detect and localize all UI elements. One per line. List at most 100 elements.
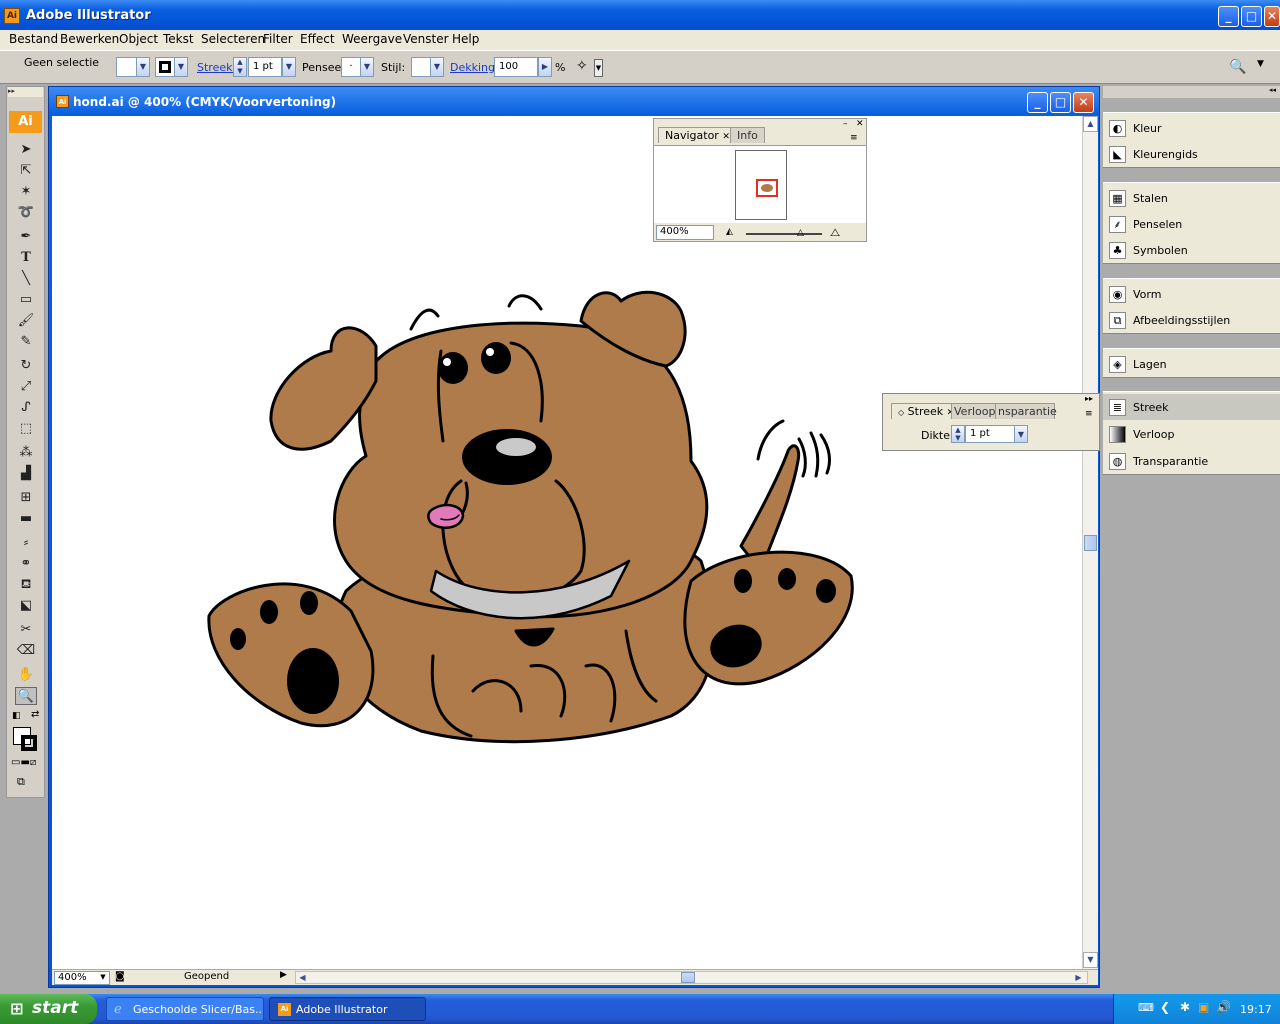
menu-bewerken[interactable]: Bewerken: [60, 32, 119, 46]
stroke-weight-field[interactable]: 1 pt: [248, 57, 282, 77]
dock-item-streek[interactable]: ≣ Streek: [1103, 394, 1280, 420]
dock-item-kleurengids[interactable]: ◣ Kleurengids: [1103, 141, 1280, 167]
direct-selection-tool-icon[interactable]: ⇱: [15, 162, 37, 180]
dock-item-kleur[interactable]: ◐ Kleur: [1103, 115, 1280, 141]
doc-minimize-button[interactable]: _: [1027, 92, 1048, 113]
status-info-icon[interactable]: ◙: [115, 971, 125, 982]
dock-item-transparantie[interactable]: ◍ Transparantie: [1103, 448, 1280, 474]
swap-colors-icon[interactable]: ⇄: [31, 709, 39, 720]
weight-dropdown[interactable]: ▼: [1014, 425, 1028, 443]
horizontal-scrollbar[interactable]: ◀ ▶: [295, 971, 1088, 984]
navigator-close-icon[interactable]: ✕: [856, 119, 864, 129]
panel-menu-arrow-icon[interactable]: ▼: [1257, 59, 1264, 69]
dock-item-lagen[interactable]: ◈ Lagen: [1103, 351, 1280, 377]
stroke-color-box[interactable]: [21, 735, 37, 751]
rectangle-tool-icon[interactable]: ▭: [15, 291, 37, 309]
type-tool-icon[interactable]: T: [15, 249, 37, 267]
opacity-field[interactable]: 100: [494, 57, 538, 77]
menu-weergave[interactable]: Weergave: [342, 32, 402, 46]
pen-tool-icon[interactable]: ✒: [15, 228, 37, 246]
dock-item-symbolen[interactable]: ♣ Symbolen: [1103, 237, 1280, 263]
horizontal-scroll-thumb[interactable]: [681, 972, 695, 983]
vertical-scrollbar[interactable]: ▲ ▼: [1082, 116, 1098, 969]
dock-item-stalen[interactable]: ▦ Stalen: [1103, 185, 1280, 211]
dock-item-vorm[interactable]: ◉ Vorm: [1103, 281, 1280, 307]
mesh-tool-icon[interactable]: ⊞: [15, 489, 37, 507]
slice-tool-icon[interactable]: ✂: [15, 621, 37, 639]
stroke-panel-options-icon[interactable]: ≡: [1085, 409, 1093, 419]
selection-tool-icon[interactable]: ➤: [15, 141, 37, 159]
line-tool-icon[interactable]: ╲: [15, 270, 37, 288]
start-button[interactable]: ⊞ start: [0, 994, 97, 1024]
stroke-dropdown-arrow[interactable]: ▼: [174, 57, 188, 77]
pencil-tool-icon[interactable]: ✎: [15, 333, 37, 351]
default-colors-icon[interactable]: ◧: [12, 711, 21, 721]
scroll-left-button[interactable]: ◀: [296, 972, 309, 983]
free-transform-tool-icon[interactable]: ⬚: [15, 420, 37, 438]
vertical-scroll-thumb[interactable]: [1084, 535, 1097, 551]
navigator-zoom-field[interactable]: 400%: [656, 225, 714, 240]
menu-venster[interactable]: Venster: [403, 32, 449, 46]
dock-item-afbeeldingsstijlen[interactable]: ⧉ Afbeeldingsstijlen: [1103, 307, 1280, 333]
magic-wand-tool-icon[interactable]: ✶: [15, 183, 37, 201]
tools-collapse-icon[interactable]: ▸▸: [8, 87, 43, 97]
symbol-sprayer-tool-icon[interactable]: ⁂: [15, 444, 37, 462]
scale-tool-icon[interactable]: ⤢: [15, 378, 37, 396]
stroke-weight-dropdown[interactable]: ▼: [282, 57, 296, 77]
menu-object[interactable]: Object: [119, 32, 158, 46]
close-button[interactable]: ✕: [1264, 6, 1280, 27]
color-mode-icons[interactable]: ▭▬⧄: [11, 757, 36, 768]
adobe-tray-icon[interactable]: ▣: [1198, 1000, 1209, 1014]
style-swatch[interactable]: [411, 57, 431, 77]
zoom-tool-icon[interactable]: 🔍: [15, 687, 37, 705]
menu-help[interactable]: Help: [452, 32, 479, 46]
style-dropdown[interactable]: ▼: [430, 57, 444, 77]
menu-selecteren[interactable]: Selecteren: [201, 32, 265, 46]
stroke-panel-collapse-icon[interactable]: ▸▸: [1085, 394, 1093, 403]
navigator-minimize-icon[interactable]: –: [843, 119, 848, 129]
screen-mode-icon[interactable]: ⧉: [17, 775, 25, 789]
scroll-down-button[interactable]: ▼: [1083, 952, 1098, 968]
control-options-arrow[interactable]: ▼: [594, 59, 603, 77]
weight-field[interactable]: 1 pt: [965, 425, 1015, 443]
status-menu-arrow[interactable]: ▶: [280, 970, 287, 980]
artboard-canvas[interactable]: [52, 116, 1082, 969]
dog-illustration[interactable]: [52, 116, 1082, 969]
tab-close-icon[interactable]: ✕: [722, 132, 730, 142]
taskbar-item-browser[interactable]: ℯ Geschoolde Slicer/Bas...: [106, 997, 264, 1021]
menu-filter[interactable]: Filter: [263, 32, 293, 46]
opacity-label-link[interactable]: Dekking:: [450, 61, 499, 74]
gradient-tool-icon[interactable]: ▬: [15, 510, 37, 528]
graph-tool-icon[interactable]: ▟: [15, 465, 37, 483]
brush-field[interactable]: ·: [341, 57, 361, 77]
menu-tekst[interactable]: Tekst: [163, 32, 194, 46]
zoom-in-icon[interactable]: ⧍: [830, 226, 840, 240]
navigator-view-box[interactable]: [756, 179, 778, 197]
live-paint-bucket-tool-icon[interactable]: ⛾: [15, 576, 37, 594]
weight-stepper[interactable]: ▲ ▼: [951, 425, 965, 443]
tab-transparantie[interactable]: nsparantie: [995, 403, 1057, 419]
doc-close-button[interactable]: ✕: [1073, 92, 1094, 113]
minimize-button[interactable]: _: [1218, 6, 1239, 27]
fill-swatch[interactable]: [116, 57, 138, 77]
zoom-out-icon[interactable]: ◭: [726, 227, 733, 237]
scroll-up-button[interactable]: ▲: [1083, 116, 1098, 132]
network-tray-icon[interactable]: ⌨: [1138, 1001, 1154, 1014]
stroke-weight-stepper[interactable]: ▲ ▼: [233, 57, 247, 77]
back-arrow-tray-icon[interactable]: ❮: [1160, 1000, 1170, 1014]
paintbrush-tool-icon[interactable]: 🖌: [15, 312, 37, 330]
dock-item-penselen[interactable]: ⸙ Penselen: [1103, 211, 1280, 237]
volume-tray-icon[interactable]: ✱: [1180, 1000, 1190, 1014]
eyedropper-tool-icon[interactable]: ⸗: [15, 534, 37, 552]
panel-options-icon[interactable]: ≡: [850, 133, 858, 143]
navigator-preview[interactable]: [654, 145, 866, 223]
menu-effect[interactable]: Effect: [300, 32, 335, 46]
hand-tool-icon[interactable]: ✋: [15, 666, 37, 684]
zoom-slider-thumb[interactable]: △: [797, 228, 804, 238]
brush-dropdown[interactable]: ▼: [360, 57, 374, 77]
zoom-dropdown-arrow[interactable]: ▼: [96, 971, 110, 985]
tab-toggle-icon[interactable]: ◇: [898, 408, 904, 417]
bridge-icon[interactable]: 🔍: [1229, 59, 1246, 75]
blend-tool-icon[interactable]: ⚭: [15, 555, 37, 573]
tab-info[interactable]: Info: [730, 127, 765, 143]
